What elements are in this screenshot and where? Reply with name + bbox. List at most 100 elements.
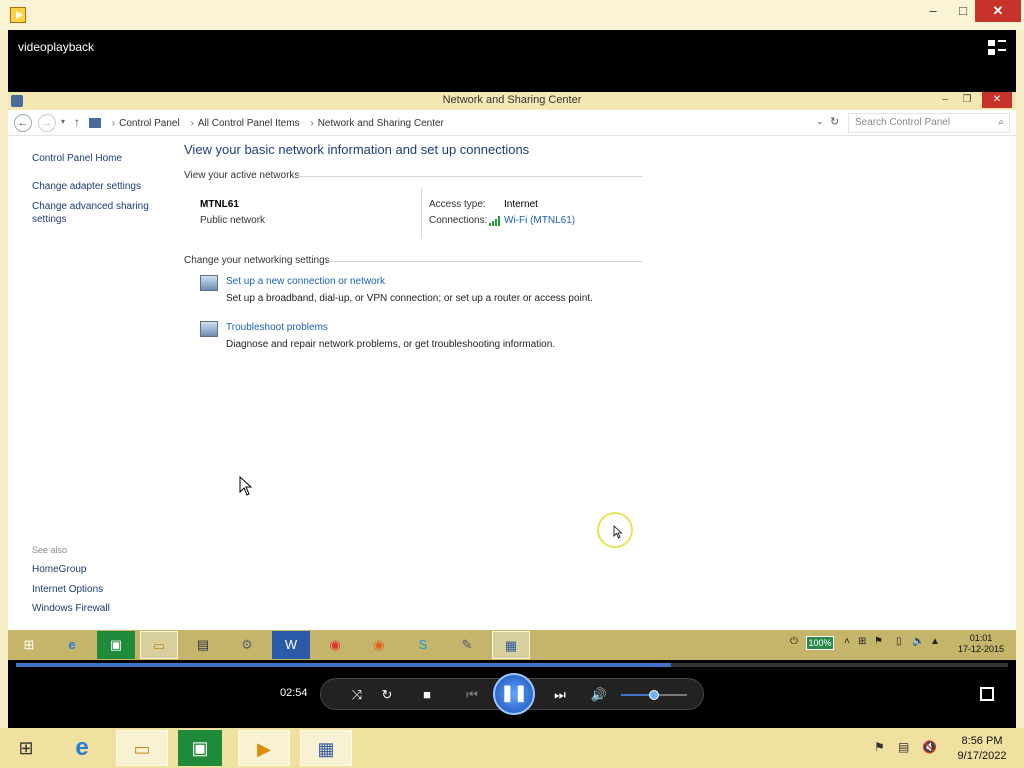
setup-connection-desc: Set up a broadband, dial-up, or VPN conn… [226, 293, 593, 304]
mouse-cursor-icon [239, 476, 253, 496]
next-icon[interactable]: ⏭ [545, 685, 575, 705]
network-tray-icon[interactable]: ▲ [930, 636, 940, 647]
skype-icon[interactable]: S [404, 631, 442, 659]
player-minimize-button[interactable]: – [918, 0, 948, 22]
network-center-taskbar-icon[interactable]: ▦ [492, 631, 530, 659]
internet-explorer-icon[interactable]: e [53, 631, 91, 659]
player-controls: 02:54 ⤨ ↻ ■ ⏮ ❚❚ ⏭ 🔊 [8, 660, 1016, 728]
breadcrumb-network-center[interactable]: Network and Sharing Center [318, 114, 444, 134]
screen: – □ ✕ videoplayback Network and Sharing … [0, 0, 1024, 768]
recorded-taskbar: ⊞ e ▣ ▭ ▤ ⚙ W ◉ ◉ S ✎ ▦ ⏻ 100% ˄ ⊞ ⚑ ▯ 🔈… [8, 630, 1016, 660]
explorer-minimize-button[interactable]: – [934, 92, 956, 108]
active-networks-label: View your active networks [184, 170, 300, 181]
chrome-icon[interactable]: ◉ [316, 631, 354, 659]
host-store-icon[interactable]: ▣ [178, 730, 222, 766]
pause-button[interactable]: ❚❚ [493, 673, 535, 715]
breadcrumb-control-panel[interactable]: Control Panel [119, 114, 180, 134]
search-input[interactable]: Search Control Panel ⌕ [848, 113, 1010, 133]
access-type-value: Internet [504, 199, 538, 210]
stop-icon[interactable]: ■ [417, 685, 437, 705]
troubleshoot-link[interactable]: Troubleshoot problems [226, 322, 328, 333]
host-media-player-icon[interactable]: ▶ [238, 730, 290, 766]
transport-controls: ⤨ ↻ ■ ⏮ ❚❚ ⏭ 🔊 [320, 673, 704, 715]
player-maximize-button[interactable]: □ [948, 0, 978, 22]
shuffle-icon[interactable]: ⤨ [347, 685, 367, 705]
volume-tray-icon[interactable]: 🔈 [912, 636, 924, 647]
troubleshoot-desc: Diagnose and repair network problems, or… [226, 339, 556, 350]
link-windows-firewall[interactable]: Windows Firewall [32, 602, 152, 615]
explorer-restore-button[interactable]: ❐ [956, 92, 978, 108]
link-internet-options[interactable]: Internet Options [32, 583, 152, 596]
address-dropdown-icon[interactable]: ⌄ [816, 116, 824, 127]
breadcrumb-all-items[interactable]: All Control Panel Items [198, 114, 300, 134]
recorded-date: 17-12-2015 [958, 644, 1005, 654]
network-type-link[interactable]: Public network [200, 215, 265, 226]
firefox-icon[interactable]: ◉ [360, 631, 398, 659]
previous-icon[interactable]: ⏮ [457, 685, 487, 705]
store-icon[interactable]: ▣ [97, 631, 135, 659]
host-volume-muted-icon[interactable]: 🔇 [922, 740, 937, 754]
link-change-adapter-settings[interactable]: Change adapter settings [32, 180, 152, 193]
link-homegroup[interactable]: HomeGroup [32, 563, 152, 576]
player-close-button[interactable]: ✕ [975, 0, 1021, 22]
host-date: 9/17/2022 [957, 750, 1007, 762]
explorer-content: Control Panel Home Change adapter settin… [8, 136, 1016, 630]
up-arrow-icon[interactable]: ↑ [74, 115, 80, 129]
connections-label: Connections: [429, 215, 488, 226]
divider [421, 188, 422, 238]
search-icon[interactable]: ⌕ [998, 114, 1004, 132]
battery-indicator[interactable]: 100% [806, 636, 834, 650]
device-icon[interactable]: ▯ [896, 636, 902, 647]
fullscreen-icon[interactable] [980, 687, 994, 701]
divider [326, 261, 642, 262]
address-field[interactable]: › Control Panel › All Control Panel Items … [88, 113, 828, 133]
recorded-time: 01:01 [969, 633, 993, 643]
network-name: MTNL61 [200, 199, 239, 210]
setup-connection-link[interactable]: Set up a new connection or network [226, 276, 385, 287]
settings-app-icon[interactable]: ⚙ [228, 631, 266, 659]
link-control-panel-home[interactable]: Control Panel Home [32, 152, 152, 165]
host-network-center-icon[interactable]: ▦ [300, 730, 352, 766]
back-button[interactable]: ← [14, 114, 32, 132]
forward-button[interactable]: → [38, 114, 56, 132]
seek-bar[interactable] [16, 663, 1008, 667]
seek-progress [16, 663, 671, 667]
host-time: 8:56 PM [961, 735, 1003, 747]
power-icon: ⏻ [790, 636, 798, 647]
word-icon[interactable]: W [272, 631, 310, 659]
wifi-connection-link[interactable]: Wi-Fi (MTNL61) [504, 215, 575, 226]
new-connection-icon [200, 275, 218, 291]
link-change-advanced-sharing[interactable]: Change advanced sharing settings [32, 200, 152, 226]
change-settings-label: Change your networking settings [184, 255, 330, 266]
host-taskbar: ⊞ e ▭ ▣ ▶ ▦ ⚑ ▤ 🔇 8:56 PM 9/17/2022 [0, 728, 1024, 768]
host-clock[interactable]: 8:56 PM 9/17/2022 [948, 734, 1016, 764]
flag-icon[interactable]: ⚑ [874, 636, 883, 647]
volume-slider[interactable] [621, 690, 687, 700]
explorer-close-button[interactable]: ✕ [982, 92, 1012, 108]
recorded-clock[interactable]: 01:01 17-12-2015 [958, 633, 1004, 655]
host-internet-explorer-icon[interactable]: e [56, 730, 108, 766]
mute-volume-icon[interactable]: 🔊 [589, 685, 609, 705]
monitor-app-icon[interactable]: ▤ [184, 631, 222, 659]
host-start-windows-icon[interactable]: ⊞ [0, 730, 52, 766]
repeat-icon[interactable]: ↻ [377, 685, 397, 705]
host-file-explorer-icon[interactable]: ▭ [116, 730, 168, 766]
host-network-icon[interactable]: ▤ [898, 740, 909, 754]
windows-tray-icon[interactable]: ⊞ [858, 636, 866, 647]
wifi-signal-icon [489, 216, 501, 226]
volume-knob[interactable] [649, 690, 659, 700]
troubleshoot-icon [200, 321, 218, 337]
start-windows-icon[interactable]: ⊞ [10, 631, 48, 659]
left-pane: Control Panel Home Change adapter settin… [8, 136, 168, 630]
host-flag-icon[interactable]: ⚑ [874, 740, 885, 754]
see-also-label: See also [32, 545, 68, 555]
switch-to-library-icon[interactable] [988, 40, 1006, 56]
player-app-icon [10, 7, 26, 23]
file-explorer-icon[interactable]: ▭ [140, 631, 178, 659]
tray-expand-icon[interactable]: ˄ [844, 636, 850, 647]
video-title: videoplayback [18, 40, 95, 54]
refresh-icon[interactable]: ↻ [830, 115, 839, 128]
explorer-titlebar: Network and Sharing Center – ❐ ✕ [8, 92, 1016, 110]
recent-pages-dropdown-icon[interactable]: ▾ [61, 117, 65, 126]
notepad-icon[interactable]: ✎ [448, 631, 486, 659]
